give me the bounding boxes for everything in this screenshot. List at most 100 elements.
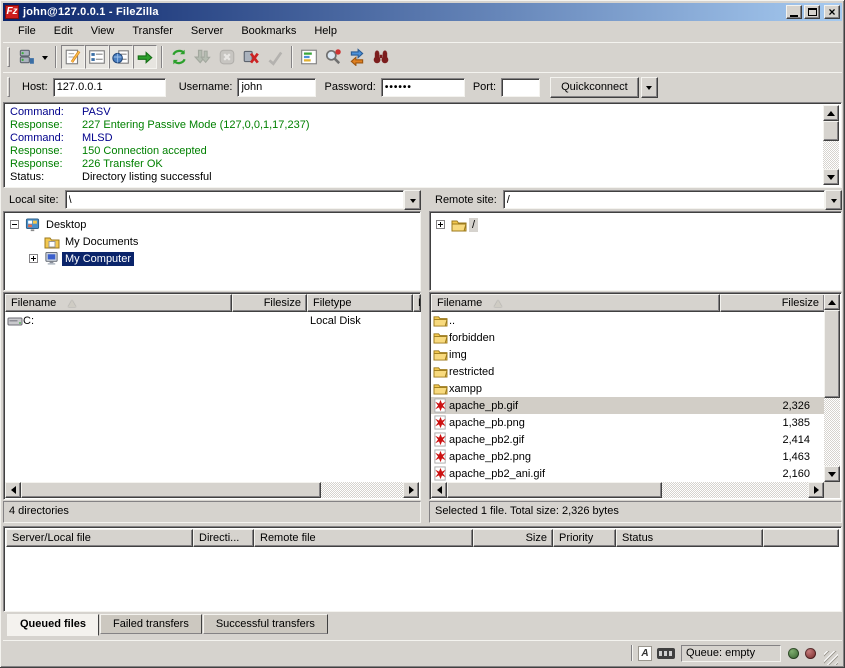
scroll-right-button[interactable] [808,482,824,498]
process-queue-button[interactable] [191,45,215,69]
file-row[interactable]: restricted [431,363,825,380]
tree-item-my-computer[interactable]: My Computer [10,250,418,267]
cancel-operation-button[interactable] [215,45,239,69]
synchronized-browsing-button[interactable] [345,45,369,69]
menu-edit[interactable]: Edit [45,23,82,39]
file-row[interactable]: apache_pb2.gif 2,414 [431,431,825,448]
remote-vertical-scrollbar[interactable] [824,294,840,482]
tree-item-desktop[interactable]: Desktop [10,216,418,233]
find-files-button[interactable] [369,45,393,69]
directory-listing-filters-button[interactable] [297,45,321,69]
scroll-left-button[interactable] [431,482,447,498]
tree-item-my-documents[interactable]: My Documents [10,233,418,250]
tab-successful-transfers[interactable]: Successful transfers [203,614,328,634]
file-row-selected[interactable]: apache_pb.gif 2,326 [431,397,825,414]
log-vertical-scrollbar[interactable] [823,105,839,185]
column-header-lastmodified[interactable]: L [413,294,421,312]
menu-transfer[interactable]: Transfer [123,23,182,39]
remote-file-rows: .. forbidden img restricted xampp [431,312,825,482]
menu-bookmarks[interactable]: Bookmarks [232,23,305,39]
scroll-up-button[interactable] [824,294,840,310]
activity-led-green-icon [788,648,799,659]
toggle-message-log-button[interactable] [61,45,85,69]
local-site-combo[interactable] [65,190,421,210]
quickconnect-grip[interactable] [7,77,10,97]
file-row[interactable]: apache_pb2.png 1,463 [431,448,825,465]
column-header-priority[interactable]: Priority [553,529,616,547]
remote-horizontal-scrollbar[interactable] [431,482,824,498]
maximize-button[interactable] [804,5,820,19]
column-header-size[interactable]: Size [473,529,553,547]
scrollbar-thumb[interactable] [824,310,840,398]
column-header-filename[interactable]: Filename [431,294,720,312]
file-row[interactable]: apache_pb.png 1,385 [431,414,825,431]
local-horizontal-scrollbar[interactable] [5,482,419,498]
menu-file[interactable]: File [9,23,45,39]
scroll-up-button[interactable] [823,105,839,121]
scroll-left-button[interactable] [5,482,21,498]
down-arrow-icon [828,472,836,481]
file-row[interactable]: .. [431,312,825,329]
column-header-filesize[interactable]: Filesize [232,294,307,312]
remote-site-dropdown-button[interactable] [825,190,842,210]
menu-view[interactable]: View [82,23,124,39]
username-label: Username: [179,81,233,93]
column-header-server-local-file[interactable]: Server/Local file [6,529,193,547]
local-site-path-input[interactable] [65,190,404,209]
column-header-filetype[interactable]: Filetype [307,294,413,312]
log-label: Response: [10,145,82,158]
dropdown-arrow-icon [646,86,652,93]
window-resize-grip[interactable] [824,651,838,665]
host-input[interactable] [53,78,166,97]
scrollbar-thumb[interactable] [447,482,662,498]
file-row[interactable]: img [431,346,825,363]
scrollbar-thumb[interactable] [823,121,839,141]
file-row[interactable]: apache_pb2_ani.gif 2,160 [431,465,825,482]
expand-icon[interactable] [436,220,445,229]
column-header-filesize[interactable]: Filesize [720,294,825,312]
file-row[interactable]: xampp [431,380,825,397]
column-header-remote-file[interactable]: Remote file [254,529,473,547]
refresh-button[interactable] [167,45,191,69]
site-manager-button[interactable] [14,45,38,69]
password-input[interactable] [381,78,465,97]
queue-tabs: Queued files Failed transfers Successful… [3,614,842,637]
username-input[interactable] [237,78,316,97]
disconnect-button[interactable] [239,45,263,69]
tab-queued-files[interactable]: Queued files [7,614,99,636]
scroll-right-button[interactable] [403,482,419,498]
file-row[interactable]: C: Local Disk [5,312,421,329]
quickconnect-button[interactable]: Quickconnect [550,77,639,98]
tree-item-root[interactable]: / [436,216,839,233]
directory-comparison-button[interactable] [321,45,345,69]
quickconnect-dropdown-button[interactable] [641,77,658,98]
scrollbar-thumb[interactable] [21,482,321,498]
remote-site-combo[interactable] [503,190,842,210]
reconnect-button[interactable] [263,45,287,69]
column-header-status[interactable]: Status [616,529,763,547]
column-header-filename[interactable]: Filename [5,294,232,312]
file-row[interactable]: forbidden [431,329,825,346]
scroll-down-button[interactable] [823,169,839,185]
local-site-dropdown-button[interactable] [404,190,421,210]
toggle-remote-tree-button[interactable] [109,45,133,69]
toggle-transfer-queue-button[interactable] [133,45,157,69]
menu-help[interactable]: Help [305,23,346,39]
port-input[interactable] [501,78,540,97]
collapse-icon[interactable] [10,220,19,229]
remote-site-path-input[interactable] [503,190,825,209]
scroll-down-button[interactable] [824,466,840,482]
toolbar-grip[interactable] [7,47,10,67]
site-manager-dropdown-button[interactable] [38,45,51,69]
titlebar[interactable]: Fz john@127.0.0.1 - FileZilla × [3,3,842,21]
tab-failed-transfers[interactable]: Failed transfers [100,614,202,634]
column-header-direction[interactable]: Directi... [193,529,254,547]
folder-icon [431,314,449,327]
minimize-button[interactable] [786,5,802,19]
toggle-local-tree-button[interactable] [85,45,109,69]
right-arrow-icon [814,486,823,494]
log-text: 226 Transfer OK [82,158,163,171]
close-button[interactable]: × [824,5,840,19]
expand-icon[interactable] [29,254,38,263]
menu-server[interactable]: Server [182,23,232,39]
